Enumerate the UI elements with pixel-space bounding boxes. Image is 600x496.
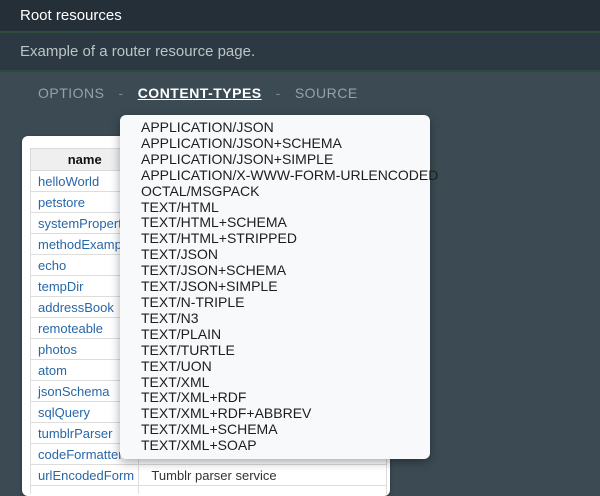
resource-link[interactable]: remoteable: [38, 321, 103, 336]
content-type-option[interactable]: TEXT/UON: [120, 359, 430, 375]
resource-nav: OPTIONS-CONTENT-TYPES-SOURCE: [0, 72, 600, 101]
resource-link[interactable]: atom: [38, 363, 67, 378]
title-bar: Root resources: [0, 0, 600, 33]
resource-link[interactable]: petstore: [38, 195, 85, 210]
resource-link[interactable]: tumblrParser: [38, 426, 112, 441]
nav-separator: -: [276, 85, 281, 101]
content-type-option[interactable]: TEXT/JSON: [120, 247, 430, 263]
nav-separator: -: [119, 85, 124, 101]
subtitle-bar: Example of a router resource page.: [0, 33, 600, 72]
content-type-option[interactable]: TEXT/HTML+STRIPPED: [120, 231, 430, 247]
resource-link[interactable]: addressBook: [38, 300, 114, 315]
content-type-option[interactable]: APPLICATION/X-WWW-FORM-URLENCODED: [120, 168, 430, 184]
content-types-dropdown: APPLICATION/JSON APPLICATION/JSON+SCHEMA…: [120, 115, 430, 459]
content-type-option[interactable]: TEXT/XML: [120, 375, 430, 391]
content-type-option[interactable]: APPLICATION/JSON: [120, 120, 430, 136]
content-type-option[interactable]: TEXT/JSON+SIMPLE: [120, 279, 430, 295]
content-type-option[interactable]: TEXT/XML+RDF: [120, 390, 430, 406]
nav-link-source[interactable]: SOURCE: [295, 85, 358, 101]
resource-link[interactable]: tempDir: [38, 279, 84, 294]
content-type-option[interactable]: TEXT/N-TRIPLE: [120, 295, 430, 311]
table-row: urlEncodedForm Tumblr parser service: [31, 465, 387, 486]
resource-link[interactable]: sqlQuery: [38, 405, 90, 420]
content-type-option[interactable]: TEXT/XML+SCHEMA: [120, 422, 430, 438]
nav-link-options[interactable]: OPTIONS: [38, 85, 105, 101]
content-type-option[interactable]: OCTAL/MSGPACK: [120, 184, 430, 200]
resource-link[interactable]: jsonSchema: [38, 384, 110, 399]
content-type-option[interactable]: TEXT/TURTLE: [120, 343, 430, 359]
nav-link-content-types[interactable]: CONTENT-TYPES: [138, 85, 262, 101]
resource-link[interactable]: methodExample: [38, 237, 132, 252]
page-subtitle: Example of a router resource page.: [20, 43, 255, 60]
resource-link[interactable]: codeFormatter: [38, 447, 123, 462]
resource-link[interactable]: photos: [38, 342, 77, 357]
content-type-option[interactable]: TEXT/N3: [120, 311, 430, 327]
content-type-option[interactable]: APPLICATION/JSON+SCHEMA: [120, 136, 430, 152]
resource-link[interactable]: urlEncodedForm: [38, 468, 134, 483]
resource-link[interactable]: echo: [38, 258, 66, 273]
page-title: Root resources: [20, 7, 122, 24]
content-type-option[interactable]: TEXT/XML+RDF+ABBREV: [120, 406, 430, 422]
content-type-option[interactable]: APPLICATION/JSON+SIMPLE: [120, 152, 430, 168]
content-type-option[interactable]: TEXT/HTML: [120, 200, 430, 216]
resource-link[interactable]: helloWorld: [38, 174, 99, 189]
content-type-option[interactable]: TEXT/PLAIN: [120, 327, 430, 343]
content-type-option[interactable]: TEXT/JSON+SCHEMA: [120, 263, 430, 279]
resource-description: Tumblr parser service: [139, 465, 387, 486]
content-type-option[interactable]: TEXT/HTML+SCHEMA: [120, 215, 430, 231]
content-type-option[interactable]: TEXT/XML+SOAP: [120, 438, 430, 454]
